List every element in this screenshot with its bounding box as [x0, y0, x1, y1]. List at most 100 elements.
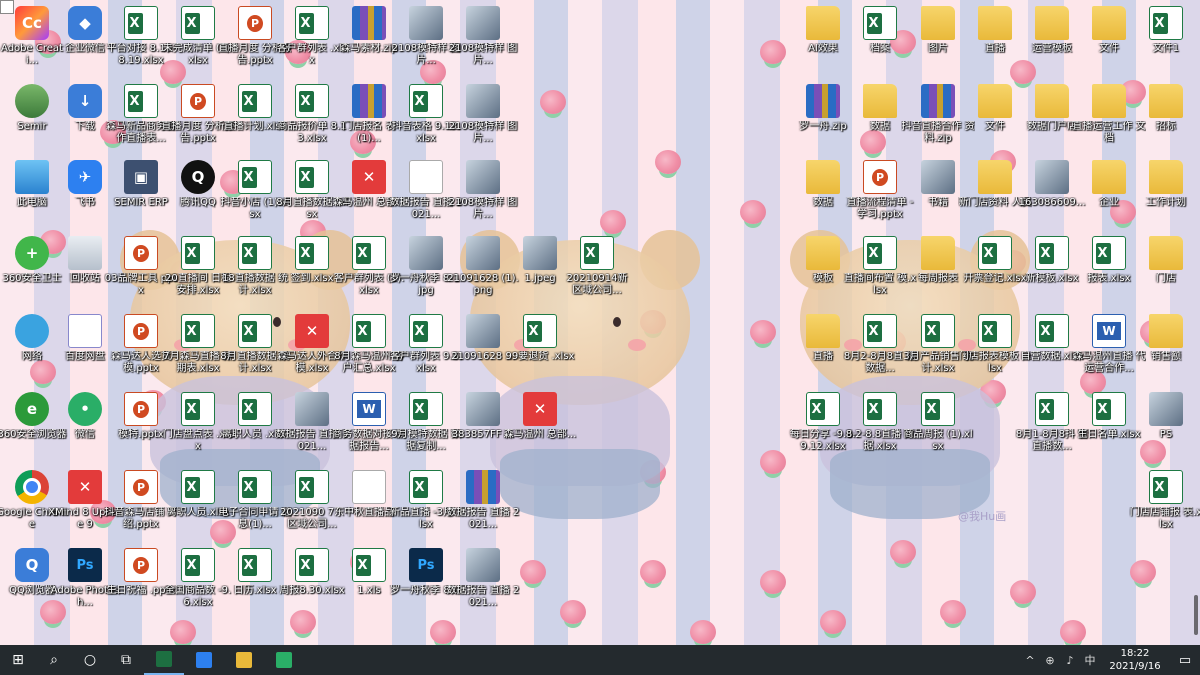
- ps-icon: Ps: [409, 548, 443, 582]
- clock-time: 18:22: [1120, 648, 1150, 659]
- desktop-icon[interactable]: 招标: [1129, 82, 1200, 158]
- clock[interactable]: 18:22 2021/9/16: [1100, 647, 1170, 673]
- app-icon: ◆: [68, 6, 102, 40]
- net-icon: [15, 314, 49, 348]
- wallpaper-bear-part: [613, 317, 621, 327]
- folder-icon: [806, 236, 840, 270]
- wechat-icon: [276, 652, 292, 668]
- icon-glyph: X: [186, 245, 197, 261]
- desktop-icon-label: 商品周报 (1).xlsx: [903, 429, 973, 452]
- desktop-icon[interactable]: X 99要退货 .xlsx: [503, 312, 577, 388]
- folder-icon: [1035, 84, 1069, 118]
- icon-glyph: X: [357, 245, 368, 261]
- wallpaper-flower: [560, 600, 586, 624]
- icon-glyph: Ps: [76, 557, 94, 573]
- desktop-icon[interactable]: 数据报告 直播 2021...: [446, 468, 520, 544]
- icon-glyph: X: [357, 323, 368, 339]
- folder-icon: [921, 6, 955, 40]
- icon-glyph: X: [1097, 401, 1108, 417]
- xmind-icon: ✕: [295, 314, 329, 348]
- wallpaper-flower: [1010, 580, 1036, 604]
- tray-overflow-icon[interactable]: ^: [1020, 654, 1040, 667]
- folder-icon: [806, 160, 840, 194]
- img-icon: [523, 236, 557, 270]
- icon-glyph: X: [243, 169, 254, 185]
- wallpaper-flower: [890, 540, 916, 564]
- excel-icon: X: [921, 392, 955, 426]
- folder-icon: [1092, 160, 1126, 194]
- icon-glyph: X: [414, 93, 425, 109]
- icon-glyph: X: [300, 479, 311, 495]
- excel-icon: X: [352, 314, 386, 348]
- excel-icon: X: [1035, 314, 1069, 348]
- folder-icon: [1092, 6, 1126, 40]
- input-method-indicator[interactable]: 中: [1080, 652, 1100, 668]
- excel-icon: X: [181, 548, 215, 582]
- cortana-icon[interactable]: ○: [72, 645, 108, 675]
- folder-icon: [806, 6, 840, 40]
- icon-glyph: P: [871, 168, 889, 186]
- start-button[interactable]: ⊞: [0, 645, 36, 675]
- excel-icon: X: [181, 6, 215, 40]
- excel-icon: X: [409, 84, 443, 118]
- img-icon: [466, 236, 500, 270]
- excel-icon: X: [1035, 236, 1069, 270]
- desktop-icon[interactable]: 数据报告 直播 2021...: [446, 546, 520, 622]
- folder-icon: [921, 236, 955, 270]
- wallpaper-flower: [760, 570, 786, 594]
- desktop-icon[interactable]: X 商品周报 (1).xlsx: [901, 390, 975, 466]
- zip-icon: [806, 84, 840, 118]
- icon-glyph: ✈: [78, 168, 92, 186]
- volume-icon[interactable]: ♪: [1060, 654, 1080, 667]
- desktop-icon[interactable]: X 文件1: [1129, 4, 1200, 80]
- ppt-icon: P: [863, 160, 897, 194]
- desktop-icon[interactable]: 2108模特样 图片...: [446, 158, 520, 234]
- desktop-icon[interactable]: X 门店店铺报 表.xlsx: [1129, 468, 1200, 544]
- wechat-taskbar-app[interactable]: [264, 645, 304, 675]
- icon-glyph: X: [414, 479, 425, 495]
- desktop-icon[interactable]: 门店: [1129, 234, 1200, 310]
- excel-icon: X: [409, 314, 443, 348]
- taskbar-apps: [144, 645, 304, 675]
- icon-glyph: P: [132, 322, 150, 340]
- desktop-icon[interactable]: 2108模特样 图片...: [446, 82, 520, 158]
- desktop-icon[interactable]: 销售额: [1129, 312, 1200, 388]
- desktop-icon[interactable]: X 20210914新 区域公司...: [560, 234, 634, 310]
- xmind-icon: ✕: [523, 392, 557, 426]
- desktop-icon-label: 2108模特样 图片...: [448, 43, 518, 66]
- feishu-taskbar-app[interactable]: [184, 645, 224, 675]
- ppt-icon: P: [238, 6, 272, 40]
- desktop-icon[interactable]: ✕ 森马温州 总部...: [503, 390, 577, 466]
- notification-center-icon[interactable]: ▭: [1170, 653, 1200, 668]
- wallpaper-flower: [1130, 560, 1156, 584]
- desktop-icon[interactable]: 工作计划: [1129, 158, 1200, 234]
- icon-glyph: Q: [191, 168, 205, 186]
- excel-icon: X: [181, 470, 215, 504]
- wallpaper-flower: [640, 560, 666, 584]
- network-icon[interactable]: ⊕: [1040, 654, 1060, 667]
- icon-glyph: ▣: [133, 168, 149, 186]
- desktop-icon-label: 99要退货 .xlsx: [505, 351, 575, 362]
- task-view-icon[interactable]: ⧉: [108, 645, 144, 675]
- word-icon: W: [1092, 314, 1126, 348]
- zip-icon: [921, 84, 955, 118]
- search-icon[interactable]: ⌕: [36, 645, 72, 675]
- icon-glyph: X: [300, 557, 311, 573]
- excel-icon: X: [1149, 6, 1183, 40]
- icon-glyph: W: [357, 400, 381, 418]
- excel-taskbar-app[interactable]: [144, 645, 184, 675]
- desktop-icon[interactable]: 2108模特样 图片...: [446, 4, 520, 80]
- wallpaper-watermark: @我Hu画: [958, 510, 1007, 523]
- icon-glyph: X: [811, 401, 822, 417]
- excel-icon: X: [181, 392, 215, 426]
- explorer-taskbar-app[interactable]: [224, 645, 264, 675]
- desktop-icon-label: PS: [1159, 429, 1173, 440]
- icon-glyph: Ps: [417, 557, 435, 573]
- cloud-icon: ☁: [68, 314, 102, 348]
- folder-icon: [978, 6, 1012, 40]
- wallpaper-flower: [520, 560, 546, 584]
- desktop-icon[interactable]: PS: [1129, 390, 1200, 466]
- excel-icon: X: [1092, 392, 1126, 426]
- ppt-icon: P: [181, 84, 215, 118]
- bin-icon: [68, 236, 102, 270]
